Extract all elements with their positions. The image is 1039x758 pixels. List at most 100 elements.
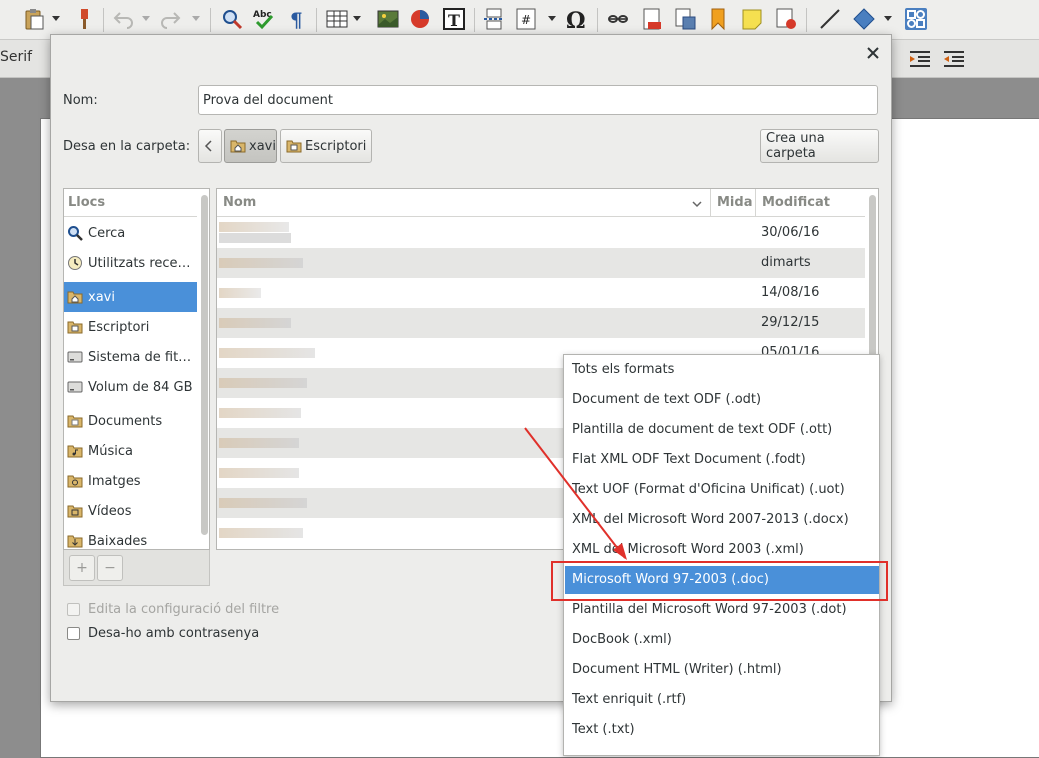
home-folder-icon <box>67 289 83 305</box>
spelling-icon[interactable]: Abc <box>252 7 276 31</box>
redo-icon[interactable] <box>158 7 182 31</box>
edit-filter-label: Edita la configuració del filtre <box>88 602 280 617</box>
basic-shapes-icon[interactable] <box>852 7 876 31</box>
sort-chevron-down-icon <box>692 201 702 208</box>
place-label: Utilitzats rece… <box>88 255 191 271</box>
edit-filter-checkbox-row[interactable]: Edita la configuració del filtre <box>67 602 279 617</box>
svg-text:¶: ¶ <box>290 8 303 31</box>
line-icon[interactable] <box>818 7 842 31</box>
documents-folder-icon <box>67 413 83 429</box>
place-recent[interactable]: Utilitzats rece… <box>64 248 197 278</box>
places-toolbar: + − <box>63 550 210 586</box>
place-videos[interactable]: Vídeos <box>64 496 197 526</box>
place-filesystem[interactable]: Sistema de fit… <box>64 342 197 372</box>
format-item[interactable]: XML del Microsoft Word 2003 (.xml) <box>565 536 879 564</box>
place-downloads[interactable]: Baixades <box>64 526 197 549</box>
format-item[interactable]: Plantilla del Microsoft Word 97-2003 (.d… <box>565 596 879 624</box>
music-folder-icon <box>67 443 83 459</box>
place-home-xavi[interactable]: xavi <box>64 282 197 312</box>
place-documents[interactable]: Documents <box>64 406 197 436</box>
shapes-dropdown-icon[interactable] <box>884 14 892 22</box>
add-place-button[interactable]: + <box>69 555 95 581</box>
format-item[interactable]: Text (.txt) <box>565 716 879 744</box>
file-type-menu: Tots els formats Document de text ODF (.… <box>563 354 880 756</box>
home-folder-icon <box>230 140 246 153</box>
hyperlink-icon[interactable] <box>606 7 630 31</box>
format-item[interactable]: Flat XML ODF Text Document (.fodt) <box>565 446 879 474</box>
format-item-selected[interactable]: Microsoft Word 97-2003 (.doc) <box>565 566 879 594</box>
chevron-left-icon <box>204 140 212 152</box>
format-item[interactable]: Text enriquit (.rtf) <box>565 686 879 714</box>
undo-dropdown-icon[interactable] <box>142 14 150 22</box>
place-label: Música <box>88 443 133 459</box>
chart-icon[interactable] <box>408 7 432 31</box>
place-label: Vídeos <box>88 503 132 519</box>
text-box-icon[interactable]: T <box>442 7 466 31</box>
file-row[interactable]: dimarts <box>217 248 865 278</box>
file-row[interactable]: 30/06/16 <box>217 218 865 248</box>
column-header-size[interactable]: Mida <box>711 189 756 217</box>
formatting-marks-icon[interactable]: ¶ <box>285 7 309 31</box>
password-checkbox-row[interactable]: Desa-ho amb contrasenya <box>67 626 259 641</box>
field-dropdown-icon[interactable] <box>548 14 556 22</box>
edit-filter-checkbox[interactable] <box>67 603 80 616</box>
decrease-indent-icon[interactable] <box>942 49 966 69</box>
column-header-modified[interactable]: Modificat <box>756 189 865 217</box>
place-desktop[interactable]: Escriptori <box>64 312 197 342</box>
path-button-escriptori[interactable]: Escriptori <box>280 129 372 163</box>
footnote-icon[interactable] <box>640 7 664 31</box>
password-checkbox[interactable] <box>67 627 80 640</box>
format-item[interactable]: Plantilla de document de text ODF (.ott) <box>565 416 879 444</box>
paste-icon[interactable] <box>22 7 46 31</box>
file-row[interactable]: 29/12/15 <box>217 308 865 338</box>
comment-icon[interactable] <box>740 7 764 31</box>
name-label: Nom: <box>63 93 98 108</box>
column-header-name[interactable]: Nom <box>217 189 711 217</box>
file-name-input[interactable] <box>198 85 878 115</box>
places-header: Llocs <box>64 189 197 217</box>
field-icon[interactable]: # <box>514 7 538 31</box>
path-button-xavi[interactable]: xavi <box>224 129 277 163</box>
pictures-folder-icon <box>67 473 83 489</box>
special-character-icon[interactable]: Ω <box>565 7 589 31</box>
remove-place-button[interactable]: − <box>97 555 123 581</box>
font-name-box[interactable]: Serif <box>0 49 32 65</box>
format-item[interactable]: Tots els formats <box>565 356 879 384</box>
bookmark-icon[interactable] <box>706 7 730 31</box>
drive-icon <box>67 349 83 365</box>
create-folder-button[interactable]: Crea una carpeta <box>760 129 879 163</box>
videos-folder-icon <box>67 503 83 519</box>
track-changes-icon[interactable] <box>774 7 798 31</box>
close-icon[interactable] <box>863 43 883 63</box>
image-icon[interactable] <box>376 7 400 31</box>
cross-reference-icon[interactable] <box>673 7 697 31</box>
place-volume-84gb[interactable]: Volum de 84 GB <box>64 372 197 402</box>
file-row[interactable]: 14/08/16 <box>217 278 865 308</box>
undo-icon[interactable] <box>112 7 136 31</box>
file-modified: 30/06/16 <box>761 225 820 240</box>
place-search[interactable]: Cerca <box>64 218 197 248</box>
paste-dropdown-icon[interactable] <box>52 14 60 22</box>
svg-text:T: T <box>448 11 460 30</box>
format-item[interactable]: Text UOF (Format d'Oficina Unificat) (.u… <box>565 476 879 504</box>
places-scrollbar[interactable] <box>201 195 208 535</box>
draw-functions-icon[interactable] <box>904 7 928 31</box>
table-icon[interactable] <box>325 7 349 31</box>
svg-text:#: # <box>521 13 531 27</box>
find-replace-icon[interactable] <box>220 7 244 31</box>
clone-formatting-icon[interactable] <box>72 7 96 31</box>
format-item[interactable]: Document HTML (Writer) (.html) <box>565 656 879 684</box>
format-item[interactable]: DocBook (.xml) <box>565 626 879 654</box>
path-back-button[interactable] <box>198 129 222 163</box>
page-break-icon[interactable] <box>482 7 506 31</box>
desktop-folder-icon <box>67 319 83 335</box>
redo-dropdown-icon[interactable] <box>192 14 200 22</box>
format-item[interactable]: XML del Microsoft Word 2007-2013 (.docx) <box>565 506 879 534</box>
place-music[interactable]: Música <box>64 436 197 466</box>
place-label: Escriptori <box>88 319 150 335</box>
place-pictures[interactable]: Imatges <box>64 466 197 496</box>
place-label: Volum de 84 GB <box>88 379 193 395</box>
format-item[interactable]: Document de text ODF (.odt) <box>565 386 879 414</box>
table-dropdown-icon[interactable] <box>353 14 361 22</box>
increase-indent-icon[interactable] <box>908 49 932 69</box>
